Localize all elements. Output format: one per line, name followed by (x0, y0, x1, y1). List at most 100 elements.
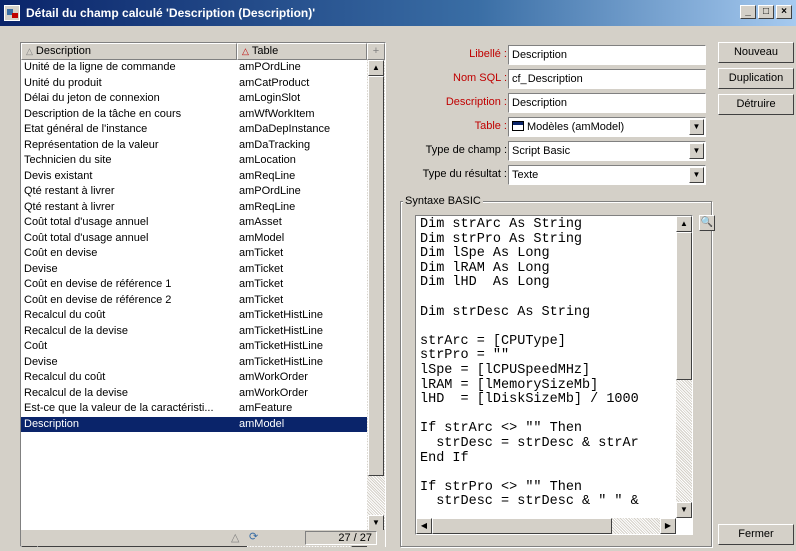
list-item[interactable]: Est-ce que la valeur de la caractéristi.… (21, 401, 367, 417)
list-item[interactable]: Devise amTicketHistLine (21, 355, 367, 371)
duplicate-button[interactable]: Duplication (718, 68, 794, 89)
list-item-table: amLoginSlot (239, 92, 301, 104)
list-item-description: Qté restant à livrer (24, 185, 115, 197)
list-item-table: amModel (239, 231, 285, 244)
list-item[interactable]: Coût en devise amTicket (21, 246, 367, 262)
list-item[interactable]: Description amModel (21, 416, 367, 432)
list-item-table: amTicket (239, 278, 284, 290)
list-item-description: Coût (24, 340, 48, 352)
list-vertical-scrollbar[interactable]: ▲ ▼ (367, 60, 385, 531)
column-chooser-icon[interactable]: + (367, 43, 385, 60)
list-item[interactable]: Délai du jeton de connexion amLoginSlot (21, 91, 367, 107)
maximize-button[interactable]: □ (758, 5, 774, 19)
list-item-table: amModel (239, 417, 285, 430)
list-item[interactable]: Etat général de l'instance amDaDepInstanc… (21, 122, 367, 138)
result-type-select[interactable]: Texte ▼ (508, 165, 706, 185)
scroll-up-icon[interactable]: ▲ (368, 60, 384, 76)
libelle-label: Libellé : (469, 48, 507, 60)
scroll-right-icon[interactable]: ▶ (660, 518, 676, 534)
scroll-left-icon[interactable]: ◀ (416, 518, 432, 534)
list-item[interactable]: Coût en devise de référence 1 amTicket (21, 277, 367, 293)
sql-name-field[interactable]: cf_Description (508, 69, 706, 89)
list-item[interactable]: Qté restant à livrer amPOrdLine (21, 184, 367, 200)
column-header-description[interactable]: △ Description (21, 43, 237, 60)
basic-syntax-title: Syntaxe BASIC (403, 195, 483, 207)
list-item-description: Recalcul de la devise (24, 324, 128, 337)
list-item[interactable]: Description de la tâche en cours amWfWork… (21, 107, 367, 123)
list-item-description: Devise (24, 262, 58, 275)
chevron-down-icon[interactable]: ▼ (689, 143, 704, 159)
editor-horizontal-scrollbar[interactable]: ◀ ▶ (416, 518, 676, 534)
list-item[interactable]: Recalcul du coût amTicketHistLine (21, 308, 367, 324)
list-item[interactable]: Représentation de la valeur amDaTracking (21, 138, 367, 154)
description-field[interactable]: Description (508, 93, 706, 113)
list-item[interactable]: Devis existant amReqLine (21, 169, 367, 185)
list-item[interactable]: Recalcul de la devise amTicketHistLine (21, 324, 367, 340)
editor-scroll-thumb[interactable] (676, 232, 692, 380)
panel-splitter[interactable] (390, 42, 396, 547)
calculated-field-window: Détail du champ calculé 'Description (De… (0, 0, 796, 551)
list-item-description: Unité de la ligne de commande (24, 61, 176, 73)
list-item-description: Devise (24, 355, 58, 368)
list-item-description: Coût en devise de référence 2 (24, 293, 172, 306)
libelle-field[interactable]: Description (508, 45, 706, 65)
list-item-description: Recalcul du coût (24, 309, 106, 321)
close-dialog-button[interactable]: Fermer (718, 524, 794, 545)
list-item-description: Description (24, 417, 80, 430)
sql-name-value: Description (527, 73, 583, 85)
list-item[interactable]: Coût amTicketHistLine (21, 339, 367, 355)
list-item-description: Unité du produit (24, 76, 102, 89)
list-item-table: amTicketHistLine (239, 340, 323, 352)
list-scroll-thumb[interactable] (368, 76, 384, 476)
list-item-table: amTicket (239, 262, 284, 275)
zoom-magnifier-icon[interactable]: 🔍 (699, 215, 715, 231)
sql-name-label: Nom SQL : (453, 72, 507, 84)
scroll-down-icon[interactable]: ▼ (676, 502, 692, 518)
table-row: Table : Modèles (amModel) ▼ (400, 117, 712, 137)
list-item[interactable]: Unité du produit amCatProduct (21, 76, 367, 92)
sql-name-prefix: cf_ (512, 73, 527, 85)
column-header-table[interactable]: △ Table (237, 43, 367, 60)
list-item[interactable]: Coût total d'usage annuel amModel (21, 231, 367, 247)
chevron-down-icon[interactable]: ▼ (689, 119, 704, 135)
list-item[interactable]: Coût total d'usage annuel amAsset (21, 215, 367, 231)
list-item[interactable]: Recalcul du coût amWorkOrder (21, 370, 367, 386)
scroll-down-icon[interactable]: ▼ (368, 515, 384, 531)
list-item-description: Coût total d'usage annuel (24, 216, 149, 228)
minimize-button[interactable]: _ (740, 5, 756, 19)
table-select[interactable]: Modèles (amModel) ▼ (508, 117, 706, 137)
refresh-icon[interactable]: ⟳ (249, 530, 258, 543)
field-type-select[interactable]: Script Basic ▼ (508, 141, 706, 161)
list-item-table: amTicketHistLine (239, 309, 323, 321)
window-controls: _ □ × (740, 5, 792, 19)
title-bar[interactable]: Détail du champ calculé 'Description (De… (0, 0, 796, 26)
editor-hscroll-thumb[interactable] (432, 518, 612, 534)
list-item[interactable]: Technicien du site amLocation (21, 153, 367, 169)
field-type-label: Type de champ : (425, 144, 507, 156)
list-item[interactable]: Devise amTicket (21, 262, 367, 278)
list-item-table: amDaDepInstance (239, 123, 331, 135)
list-item[interactable]: Unité de la ligne de commande amPOrdLine (21, 60, 367, 76)
basic-script-editor[interactable]: Dim strArc As String Dim strPro As Strin… (415, 215, 693, 535)
list-item[interactable]: Recalcul de la devise amWorkOrder (21, 386, 367, 402)
editor-vertical-scrollbar[interactable]: ▲ ▼ (676, 216, 692, 518)
result-type-row: Type du résultat : Texte ▼ (400, 165, 712, 185)
list-item[interactable]: Coût en devise de référence 2 amTicket (21, 293, 367, 309)
list-item[interactable]: Qté restant à livrer amReqLine (21, 200, 367, 216)
libelle-row: Libellé : Description (400, 45, 712, 65)
chevron-down-icon[interactable]: ▼ (689, 167, 704, 183)
calculated-fields-list[interactable]: △ Description △ Table + Unité de la ligne … (20, 42, 386, 547)
list-item-description: Recalcul du coût (24, 371, 106, 383)
list-item-table: amTicketHistLine (239, 324, 323, 337)
delete-button[interactable]: Détruire (718, 94, 794, 115)
result-type-value: Texte (512, 169, 539, 181)
list-item-description: Représentation de la valeur (24, 138, 159, 151)
list-item-table: amPOrdLine (239, 61, 301, 73)
sort-ascending-icon: △ (242, 46, 249, 56)
sort-icon: △ (26, 46, 33, 56)
basic-script-code[interactable]: Dim strArc As String Dim strPro As Strin… (420, 217, 639, 510)
new-button[interactable]: Nouveau (718, 42, 794, 63)
scroll-up-icon[interactable]: ▲ (676, 216, 692, 232)
filter-icon[interactable]: △ (231, 531, 239, 544)
close-button[interactable]: × (776, 5, 792, 19)
